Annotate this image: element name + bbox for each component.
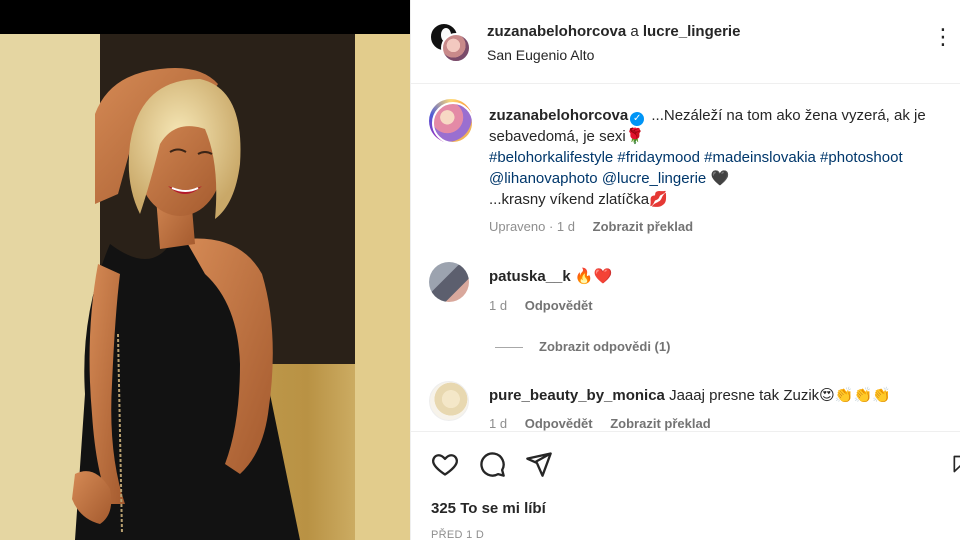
hashtag-link[interactable]: #belohorkalifestyle [489, 149, 613, 166]
view-replies-button[interactable]: Zobrazit odpovědi (1) [495, 339, 670, 354]
post-authors: zuzanabelohorcova a lucre_lingerie [487, 23, 740, 40]
caption-translate-button[interactable]: Zobrazit překlad [593, 219, 693, 234]
comment-avatar[interactable] [429, 381, 469, 421]
caption-username-link[interactable]: zuzanabelohorcova [489, 107, 628, 124]
caption-avatar[interactable] [429, 99, 474, 144]
likes-count[interactable]: 325 To se mi líbí [431, 500, 546, 517]
post-timestamp: PŘED 1 D [431, 529, 485, 540]
comment-text: Jaaaj presne tak Zuzik😍👏👏👏 [669, 387, 891, 404]
post-caption: zuzanabelohorcova ✓ ...Nezáleží na tom ak… [489, 105, 949, 210]
hashtag-link[interactable]: #madeinslovakia [704, 149, 816, 166]
reply-button[interactable]: Odpovědět [525, 416, 593, 431]
collab-avatars[interactable] [429, 22, 473, 66]
photo-top-bar [0, 0, 410, 34]
hashtag-link[interactable]: #fridaymood [617, 149, 700, 166]
comment: patuska__k 🔥❤️ [489, 267, 612, 285]
author-username-link[interactable]: zuzanabelohorcova [487, 23, 626, 40]
rose-emoji: 🌹 [625, 128, 645, 145]
comment-meta: 1 d Odpovědět [489, 298, 593, 313]
comment-time: 1 d [489, 416, 508, 431]
comment-avatar[interactable] [429, 262, 469, 302]
post-photo[interactable] [0, 0, 410, 540]
post-image [0, 34, 410, 540]
paper-plane-icon[interactable] [525, 450, 553, 478]
comment: pure_beauty_by_monica Jaaaj presne tak Z… [489, 386, 891, 404]
avatar-lucre-lingerie[interactable] [441, 33, 471, 63]
heart-icon[interactable] [431, 450, 459, 478]
verified-badge-icon: ✓ [630, 112, 645, 126]
comment-time: 1 d [489, 298, 508, 313]
post-actions: 325 To se mi líbí PŘED 1 D [411, 431, 960, 540]
mention-link[interactable]: @lihanovaphoto [489, 170, 598, 187]
comment-text: 🔥❤️ [574, 268, 613, 285]
comment-username-link[interactable]: pure_beauty_by_monica [489, 387, 665, 404]
comment-icon[interactable] [478, 450, 506, 478]
comment-translate-button[interactable]: Zobrazit překlad [610, 416, 710, 431]
caption-meta: Upraveno · 1 d Zobrazit překlad [489, 219, 693, 234]
hashtag-link[interactable]: #photoshoot [820, 149, 903, 166]
comment-meta: 1 d Odpovědět Zobrazit překlad [489, 416, 711, 431]
mention-link[interactable]: @lucre_lingerie [602, 170, 706, 187]
collaborator-username-link[interactable]: lucre_lingerie [643, 23, 741, 40]
caption-line-3: ...krasny víkend zlatíčka [489, 191, 650, 208]
caption-edited-time: Upraveno · 1 d [489, 219, 575, 234]
location-link[interactable]: San Eugenio Alto [487, 47, 594, 63]
authors-joiner: a [630, 23, 639, 40]
post-detail-panel: zuzanabelohorcova a lucre_lingerie San E… [410, 0, 960, 540]
reply-button[interactable]: Odpovědět [525, 298, 593, 313]
post-header: zuzanabelohorcova a lucre_lingerie San E… [411, 0, 960, 84]
more-horizontal-icon[interactable]: ⋮ [932, 26, 955, 48]
bookmark-icon[interactable] [951, 450, 960, 478]
comments-list[interactable]: zuzanabelohorcova ✓ ...Nezáleží na tom ak… [411, 85, 960, 431]
black-heart-emoji: 🖤 [710, 170, 730, 187]
kiss-emoji: 💋 [649, 191, 668, 208]
comment-username-link[interactable]: patuska__k [489, 268, 571, 285]
